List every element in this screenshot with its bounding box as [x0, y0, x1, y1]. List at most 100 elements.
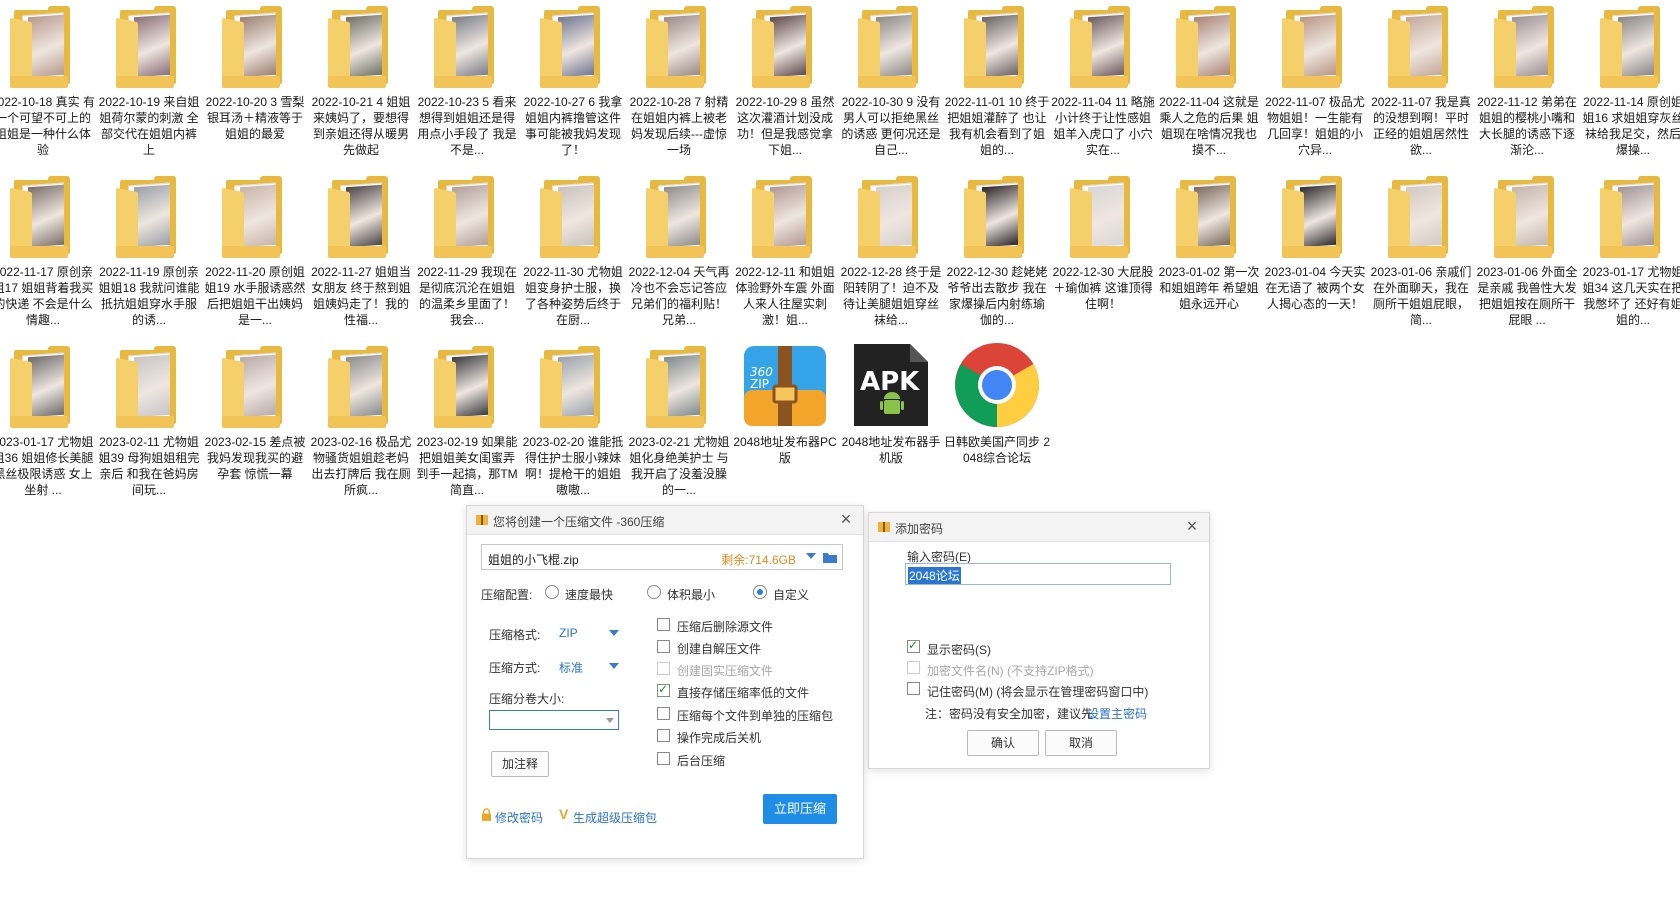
filename-field[interactable]: 姐姐的小飞棍.zip 剩余:714.6GB	[481, 544, 843, 570]
folder-label: 2022-11-14 原创姐姐16 求姐姐穿灰丝袜给我足交，然后爆操...	[1582, 95, 1680, 157]
option-background[interactable]: 后台压缩	[677, 752, 725, 769]
super-zip-link[interactable]: 生成超级压缩包	[573, 809, 657, 826]
folder-item[interactable]: 2023-01-06 外面全是亲戚 我兽性大发把姐姐按在厕所干屁眼 ...	[1474, 170, 1580, 330]
folder-item[interactable]: 2023-02-15 差点被我妈发现我买的避孕套 惊慌一幕	[202, 340, 308, 500]
folder-item[interactable]: 2022-10-23 5 看来想得到姐姐还是得用点小手段了 我是不是...	[414, 0, 520, 160]
option-checkbox-separate[interactable]	[657, 707, 670, 720]
folder-item[interactable]: 2022-11-19 原创亲姐姐18 我就问谁能抵抗姐姐穿水手服的诱...	[96, 170, 202, 330]
folder-item[interactable]: 2022-12-28 终于是阳转阴了！迫不及待让美腿姐姐穿丝袜给...	[838, 170, 944, 330]
app-shortcut[interactable]: 360 ZIP 2048地址发布器PC版	[732, 340, 838, 500]
folder-item[interactable]: 2022-12-04 天气再冷也不会忘记答应兄弟们的福利贴！兄弟...	[626, 170, 732, 330]
folder-item[interactable]: 2022-11-07 我是真的没想到啊！平时正经的姐姐居然性欲...	[1368, 0, 1474, 160]
option-separate[interactable]: 压缩每个文件到单独的压缩包	[677, 707, 833, 724]
remember-password-label[interactable]: 记住密码(M) (将会显示在管理密码窗口中)	[927, 683, 1148, 700]
cancel-button[interactable]: 取消	[1045, 730, 1117, 756]
option-shutdown[interactable]: 操作完成后关机	[677, 729, 761, 746]
folder-item[interactable]: 2023-02-16 极品尤物骚货姐姐趁老妈出去打牌后 我在厕所疯...	[308, 340, 414, 500]
option-checkbox-shutdown[interactable]	[657, 729, 670, 742]
folder-item[interactable]: 2022-10-29 8 虽然这次灌酒计划没成功！但是我感觉拿下姐...	[732, 0, 838, 160]
folder-item[interactable]: 2023-01-06 亲戚们在外面聊天，我在厕所干姐姐屁眼，简...	[1368, 170, 1474, 330]
close-icon[interactable]: ×	[837, 510, 855, 528]
folder-item[interactable]: 2023-02-21 尤物姐姐化身绝美护士 与我开启了没羞没臊的一...	[626, 340, 732, 500]
password-dialog-titlebar[interactable]: 添加密码 ×	[869, 513, 1209, 542]
folder-item[interactable]: 2022-11-12 弟弟在姐姐的樱桃小嘴和大长腿的诱惑下逐渐沦...	[1474, 0, 1580, 160]
folder-item[interactable]: 2022-11-04 这就是乘人之危的后果 姐姐现在啥情况我也摸不...	[1156, 0, 1262, 160]
folder-item[interactable]: 2022-10-27 6 我拿姐姐内裤撸管这件事可能被我妈发现了！	[520, 0, 626, 160]
folder-item[interactable]: 2023-01-17 尤物姐姐36 姐姐修长美腿黑丝极限诱惑 女上坐射 ...	[0, 340, 96, 500]
folder-label: 2022-10-21 4 姐姐来姨妈了，要想得到亲姐还得从暖男先做起	[311, 95, 411, 157]
folder-item[interactable]: 2022-11-17 原创亲姐17 姐姐背着我买的快递 不会是什么情趣...	[0, 170, 96, 330]
compress-now-button[interactable]: 立即压缩	[763, 794, 837, 824]
config-radio-custom[interactable]	[753, 585, 767, 599]
option-delete-source[interactable]: 压缩后删除源文件	[677, 618, 773, 635]
chevron-down-icon[interactable]	[806, 553, 816, 559]
config-option-custom[interactable]: 自定义	[773, 586, 809, 603]
zip-archive-icon: 360 ZIP	[740, 340, 830, 430]
option-checkbox-sfx[interactable]	[657, 640, 670, 653]
remember-password-checkbox[interactable]	[907, 682, 920, 695]
folder-item[interactable]: 2022-11-30 尤物姐姐变身护士服，换了各种姿势后终于在厨...	[520, 170, 626, 330]
folder-item[interactable]: 2022-11-07 极品尤物姐姐！一生能有几回享！姐姐的小穴异...	[1262, 0, 1368, 160]
folder-label: 2022-10-30 9 没有男人可以拒绝黑丝的诱惑 更何况还是自己...	[841, 95, 941, 157]
folder-label: 2022-10-23 5 看来想得到姐姐还是得用点小手段了 我是不是...	[417, 95, 517, 157]
folder-thumbnail	[770, 184, 806, 248]
method-select[interactable]: 标准	[559, 655, 619, 675]
change-password-link[interactable]: 修改密码	[495, 809, 543, 826]
password-input[interactable]: 2048论坛	[905, 563, 1171, 585]
folder-item[interactable]: 2022-10-28 7 射精在姐姐内裤上被老妈发现后续---虚惊一场	[626, 0, 732, 160]
add-comment-button[interactable]: 加注释	[491, 751, 549, 777]
folder-label: 2023-01-02 第一次和姐姐跨年 希望姐姐永远开心	[1158, 265, 1260, 311]
zip-app-icon	[878, 522, 890, 532]
folder-item[interactable]: 2022-10-20 3 雪梨银耳汤＋精液等于姐姐的最爱	[202, 0, 308, 160]
folder-item[interactable]: 2022-11-04 11 略施小计终于让性感姐姐羊入虎口了 小穴实在...	[1050, 0, 1156, 160]
folder-icon	[538, 346, 608, 430]
folder-item[interactable]: 2023-01-04 今天实在无语了 被两个女人揭心态的一天！	[1262, 170, 1368, 330]
folder-item[interactable]: 2023-02-11 尤物姐姐39 母狗姐姐租完亲后 和我在爸妈房间玩...	[96, 340, 202, 500]
config-radio-fastest[interactable]	[545, 585, 559, 599]
option-checkbox-delete-source[interactable]	[657, 618, 670, 631]
show-password-checkbox[interactable]	[907, 638, 920, 653]
folder-browse-icon[interactable]	[823, 551, 837, 563]
compress-dialog-titlebar[interactable]: 您将创建一个压缩文件 -360压缩 ×	[467, 506, 863, 535]
config-option-smallest[interactable]: 体积最小	[667, 586, 715, 603]
folder-item[interactable]: 2022-11-14 原创姐姐16 求姐姐穿灰丝袜给我足交，然后爆操...	[1580, 0, 1680, 160]
folder-label: 2023-02-20 谁能抵得住护士服小辣妹啊！提枪干的姐姐嗷嗷...	[522, 435, 624, 497]
folder-item[interactable]: 2022-12-11 和姐姐体验野外车震 外面人来人往屋实刺激！姐...	[732, 170, 838, 330]
show-password-label[interactable]: 显示密码(S)	[927, 641, 991, 658]
option-store-low-ratio[interactable]: 直接存储压缩率低的文件	[677, 684, 809, 701]
config-radio-smallest[interactable]	[647, 585, 661, 599]
format-select[interactable]: ZIP	[559, 622, 619, 642]
folder-item[interactable]: 2022-10-21 4 姐姐来姨妈了，要想得到亲姐还得从暖男先做起	[308, 0, 414, 160]
encrypt-names-checkbox	[907, 661, 920, 674]
folder-item[interactable]: 2022-11-20 原创姐姐19 水手服诱惑然后把姐姐干出姨妈是一...	[202, 170, 308, 330]
folder-item[interactable]: 2023-02-19 如果能把姐姐美女闺蜜弄到手一起搞，那TM简直...	[414, 340, 520, 500]
chevron-down-icon	[609, 630, 619, 636]
set-master-password-link[interactable]: 设置主密码	[1087, 705, 1147, 722]
method-label: 压缩方式:	[489, 661, 541, 675]
option-sfx[interactable]: 创建自解压文件	[677, 640, 761, 657]
split-size-select[interactable]	[489, 710, 619, 730]
folder-item[interactable]: 2022-12-30 趁姥姥爷爷出去散步 我在家爆操后内射练瑜伽的...	[944, 170, 1050, 330]
folder-item[interactable]: 2022-10-30 9 没有男人可以拒绝黑丝的诱惑 更何况还是自己...	[838, 0, 944, 160]
folder-thumbnail	[346, 354, 382, 418]
folder-item[interactable]: 2023-01-02 第一次和姐姐跨年 希望姐姐永远开心	[1156, 170, 1262, 330]
folder-label: 2023-02-21 尤物姐姐化身绝美护士 与我开启了没羞没臊的一...	[628, 435, 730, 497]
folder-item[interactable]: 2023-02-20 谁能抵得住护士服小辣妹啊！提枪干的姐姐嗷嗷...	[520, 340, 626, 500]
folder-icon	[1068, 6, 1138, 90]
option-checkbox-background[interactable]	[657, 752, 670, 765]
app-shortcut[interactable]: 日韩欧美国产同步 2048综合论坛	[944, 340, 1050, 500]
config-option-fastest[interactable]: 速度最快	[565, 586, 613, 603]
folder-item[interactable]: 2022-12-30 大屁股＋瑜伽裤 这谁顶得住啊！	[1050, 170, 1156, 330]
folder-item[interactable]: 2022-11-29 我现在是彻底沉沦在姐姐的温柔乡里面了！我会...	[414, 170, 520, 330]
close-icon[interactable]: ×	[1183, 517, 1201, 535]
folder-icon	[326, 176, 396, 260]
folder-item[interactable]: 2023-01-17 尤物姐姐34 这几天实在把我憋坏了 还好有姐姐的...	[1580, 170, 1680, 330]
confirm-button[interactable]: 确认	[967, 730, 1039, 756]
folder-item[interactable]: 2022-11-27 姐姐当女朋友 终于熬到姐姐姨妈走了！我的性福...	[308, 170, 414, 330]
option-checkbox-store-low-ratio[interactable]	[657, 682, 670, 697]
folder-label: 2022-11-20 原创姐姐19 水手服诱惑然后把姐姐干出姨妈是一...	[204, 265, 306, 327]
folder-item[interactable]: 2022-11-01 10 终于把姐姐灌醉了 也让我有机会看到了姐姐的...	[944, 0, 1050, 160]
folder-item[interactable]: 2022-10-19 来自姐姐荷尔蒙的刺激 全部交代在姐姐内裤上	[96, 0, 202, 160]
app-shortcut[interactable]: APK 2048地址发布器手机版	[838, 340, 944, 500]
folder-item[interactable]: 2022-10-18 真实 有一个可望不可上的姐姐是一种什么体验	[0, 0, 96, 160]
